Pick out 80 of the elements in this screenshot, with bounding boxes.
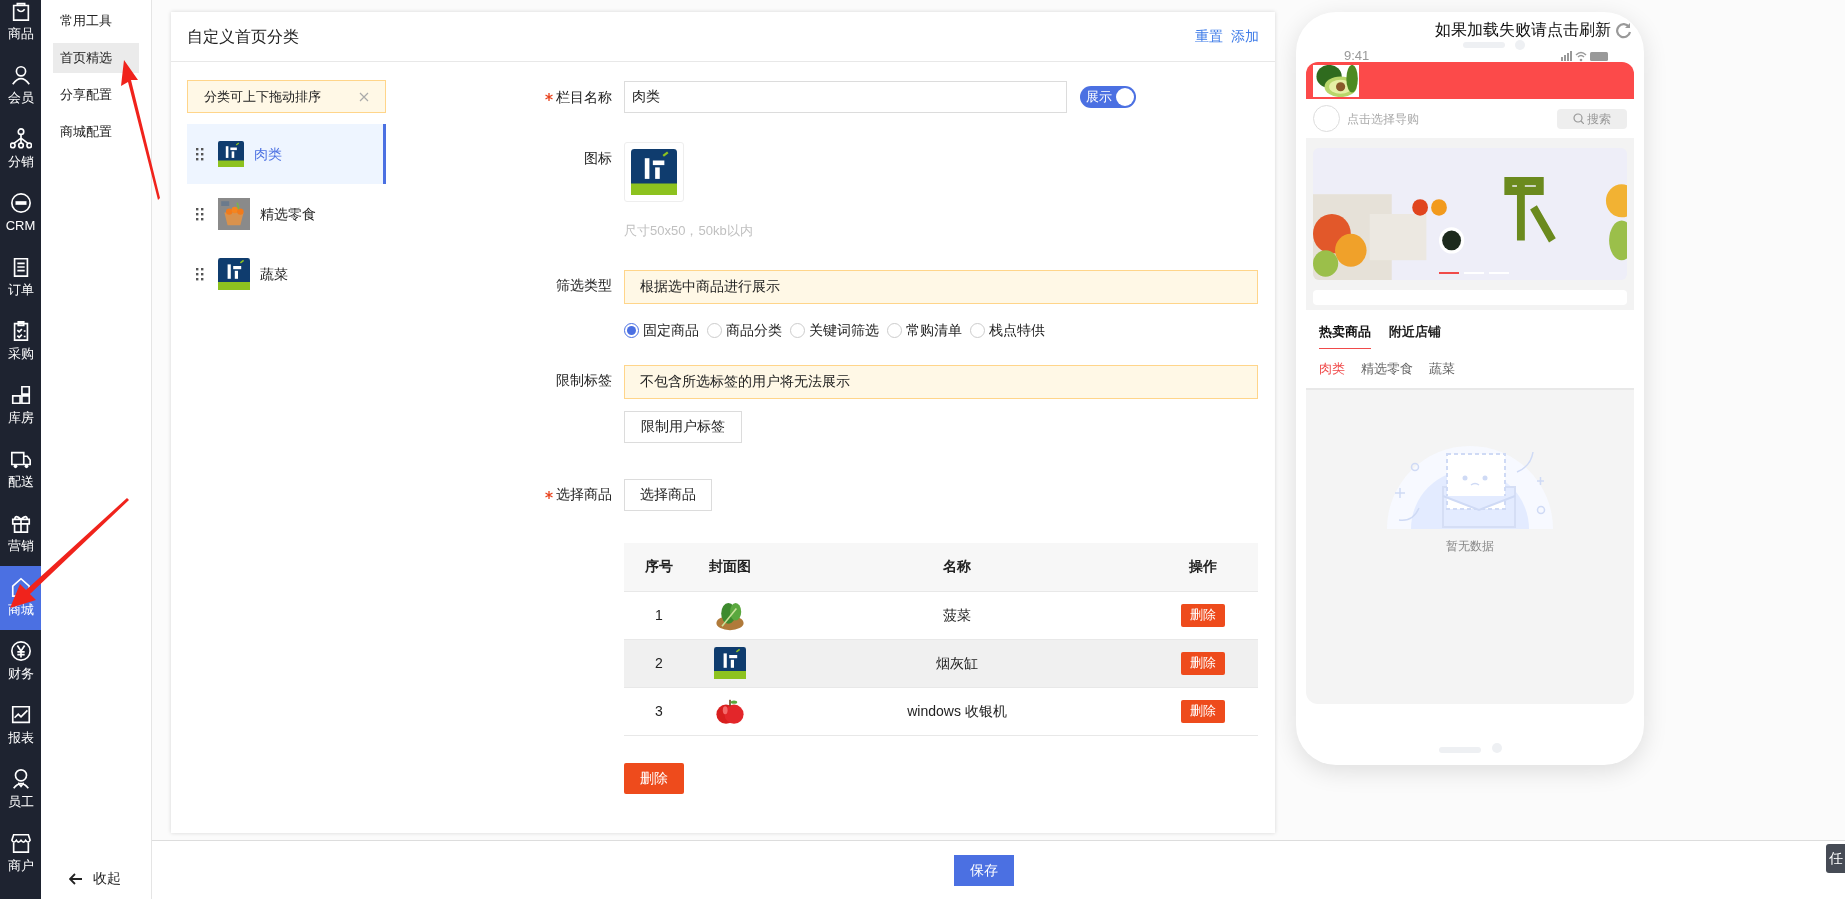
corner-tab[interactable]: 任	[1826, 844, 1845, 873]
nav-item[interactable]: 员工	[0, 758, 41, 822]
table-cell-text: 2	[655, 653, 663, 673]
nav-item[interactable]: 财务	[0, 630, 41, 694]
nav-item[interactable]: 会员	[0, 54, 41, 118]
category-item[interactable]: 肉类	[187, 124, 386, 184]
column-header: 名称	[943, 557, 971, 576]
nav-item[interactable]: 采购	[0, 310, 41, 374]
delete-button[interactable]: 删除	[624, 762, 684, 794]
person-icon	[9, 64, 32, 87]
category-item[interactable]: 精选零食	[187, 184, 386, 244]
card-title: 自定义首页分类	[187, 26, 299, 47]
radio-label[interactable]: 商品分类	[726, 319, 782, 341]
nav-item[interactable]: 配送	[0, 438, 41, 502]
table-cell-text: 烟灰缸	[936, 653, 978, 673]
column-header: 序号	[645, 557, 673, 576]
column-header: 操作	[1189, 557, 1217, 576]
save-button[interactable]: 保存	[953, 854, 1014, 886]
category-item[interactable]: 蔬菜	[187, 244, 386, 304]
yen-icon	[9, 640, 32, 663]
table-cell-text: 菠菜	[943, 605, 971, 625]
tip-text: 分类可上下拖动排序	[204, 87, 321, 106]
phone-subtab[interactable]: 肉类	[1319, 358, 1345, 378]
nav-item[interactable]: CRM	[0, 182, 41, 246]
search-icon	[1573, 113, 1584, 124]
phone-subtab[interactable]: 蔬菜	[1429, 358, 1455, 378]
delete-button[interactable]: 删除	[1181, 651, 1225, 675]
collapse-button[interactable]: 收起	[69, 868, 121, 889]
nav-item[interactable]: 商品	[0, 0, 41, 54]
delete-button[interactable]: 删除	[1181, 603, 1225, 627]
nav-item[interactable]: 分销	[0, 118, 41, 182]
field-label: 选择商品	[556, 485, 612, 504]
notice-banner: 根据选中商品进行展示	[624, 269, 1258, 304]
header-link[interactable]: 添加	[1231, 26, 1259, 47]
close-icon[interactable]	[359, 91, 369, 102]
radio-label[interactable]: 栈点特供	[989, 319, 1045, 341]
notice-banner: 不包含所选标签的用户将无法展示	[624, 364, 1258, 399]
hint-text: 尺寸50x50，50kb以内	[624, 222, 754, 240]
upload-box[interactable]	[624, 142, 684, 202]
select-products-button[interactable]: 选择商品	[624, 478, 712, 511]
input-field[interactable]: 肉类	[624, 81, 1067, 113]
phone-subtab[interactable]: 精选零食	[1361, 358, 1413, 378]
nav-item[interactable]: 营销	[0, 502, 41, 566]
refresh-icon	[1615, 21, 1632, 39]
nav-item[interactable]: 报表	[0, 694, 41, 758]
header-link[interactable]: 重置	[1195, 26, 1223, 47]
delete-button[interactable]: 删除	[1181, 699, 1225, 723]
field-label: 筛选类型	[556, 276, 612, 295]
status-time: 9:41	[1344, 49, 1370, 62]
limit-tags-button[interactable]: 限制用户标签	[624, 410, 742, 443]
refresh-text[interactable]: 如果加载失败请点击刷新	[1435, 18, 1611, 42]
blocks-icon	[9, 384, 32, 407]
radio-label[interactable]: 固定商品	[643, 319, 699, 341]
phone-tab[interactable]: 热卖商品	[1319, 322, 1371, 349]
phone-tab[interactable]: 附近店铺	[1389, 322, 1441, 349]
submenu-item[interactable]: 商城配置	[53, 117, 139, 147]
table-cell-text: windows 收银机	[907, 701, 1007, 721]
status-icons	[1561, 50, 1609, 62]
column-header: 封面图	[709, 557, 751, 576]
toggle-switch[interactable]: 展示	[1080, 86, 1136, 108]
field-label: 栏目名称	[556, 87, 612, 107]
nav-item[interactable]: 商户	[0, 822, 41, 886]
empty-text: 暂无数据	[1446, 538, 1494, 555]
radio-label[interactable]: 常购清单	[906, 319, 962, 341]
table-cell-text: 1	[655, 605, 663, 625]
drag-handle-icon	[196, 147, 204, 161]
table-cell-text: 3	[655, 701, 663, 721]
submenu-item[interactable]: 首页精选	[53, 43, 139, 73]
network-icon	[9, 128, 32, 151]
submenu-item[interactable]: 常用工具	[53, 6, 139, 36]
arrow-left-icon	[69, 872, 83, 885]
submenu-item[interactable]: 分享配置	[53, 80, 139, 110]
nav-item[interactable]: 订单	[0, 246, 41, 310]
field-label: 图标	[584, 148, 612, 168]
shop-icon	[9, 832, 32, 855]
drag-handle-icon	[196, 267, 204, 281]
drag-handle-icon	[196, 207, 204, 221]
radio-label[interactable]: 关键词筛选	[809, 319, 879, 341]
field-label: 限制标签	[556, 371, 612, 390]
nav-item[interactable]: 库房	[0, 374, 41, 438]
